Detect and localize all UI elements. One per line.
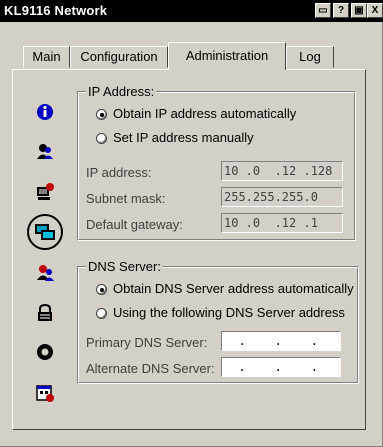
subnet-mask-label: Subnet mask: — [86, 191, 166, 206]
dns-server-legend: DNS Server: — [86, 259, 163, 274]
tab-strip: Main Configuration Administration Log — [0, 42, 383, 70]
user-icon[interactable] — [35, 142, 55, 162]
use-following-dns-radio[interactable] — [96, 308, 107, 319]
lock-icon[interactable] — [35, 303, 55, 323]
alternate-dns-label: Alternate DNS Server: — [86, 361, 215, 376]
obtain-ip-auto-radio[interactable] — [96, 109, 107, 120]
alternate-dns-field[interactable]: . . . — [221, 357, 341, 377]
obtain-ip-auto-label[interactable]: Obtain IP address automatically — [113, 106, 296, 121]
administration-panel: IP Address: Obtain IP address automatica… — [12, 69, 366, 430]
dns-server-group: DNS Server: Obtain DNS Server address au… — [77, 259, 359, 384]
subnet-mask-field[interactable]: 255.255.255.0 — [221, 187, 343, 207]
tab-main[interactable]: Main — [23, 46, 70, 68]
ip-address-legend: IP Address: — [86, 84, 157, 99]
ip-address-label: IP address: — [86, 165, 152, 180]
user-security-icon[interactable] — [35, 263, 55, 283]
obtain-dns-auto-label[interactable]: Obtain DNS Server address automatically — [113, 281, 354, 296]
tab-administration[interactable]: Administration — [168, 42, 286, 70]
primary-dns-field[interactable]: . . . — [221, 331, 341, 351]
calendar-icon[interactable] — [35, 383, 55, 403]
set-ip-manual-radio[interactable] — [96, 133, 107, 144]
gear-icon[interactable] — [35, 342, 55, 362]
tab-log[interactable]: Log — [286, 46, 334, 68]
set-ip-manual-label[interactable]: Set IP address manually — [113, 130, 254, 145]
info-icon[interactable] — [35, 102, 55, 122]
tab-configuration[interactable]: Configuration — [70, 46, 168, 68]
use-following-dns-label[interactable]: Using the following DNS Server address — [113, 305, 345, 320]
primary-dns-label: Primary DNS Server: — [86, 335, 208, 350]
window-title: KL9116 Network — [4, 3, 108, 18]
title-bar[interactable]: KL9116 Network ▭ ? ▣ X — [0, 0, 383, 22]
default-gateway-label: Default gateway: — [86, 217, 183, 232]
close-button[interactable]: X — [367, 3, 383, 18]
minimize-button[interactable]: ▭ — [315, 3, 331, 18]
maximize-button[interactable]: ▣ — [351, 3, 367, 18]
default-gateway-field[interactable]: 10 .0 .12 .1 — [221, 213, 343, 233]
obtain-dns-auto-radio[interactable] — [96, 284, 107, 295]
ip-address-group: IP Address: Obtain IP address automatica… — [77, 84, 356, 241]
ip-address-field[interactable]: 10 .0 .12 .128 — [221, 161, 343, 181]
network-window: KL9116 Network ▭ ? ▣ X Main Configuratio… — [0, 0, 383, 447]
network-icon[interactable] — [26, 213, 64, 251]
help-button[interactable]: ? — [333, 3, 349, 18]
device-icon[interactable] — [35, 182, 55, 202]
